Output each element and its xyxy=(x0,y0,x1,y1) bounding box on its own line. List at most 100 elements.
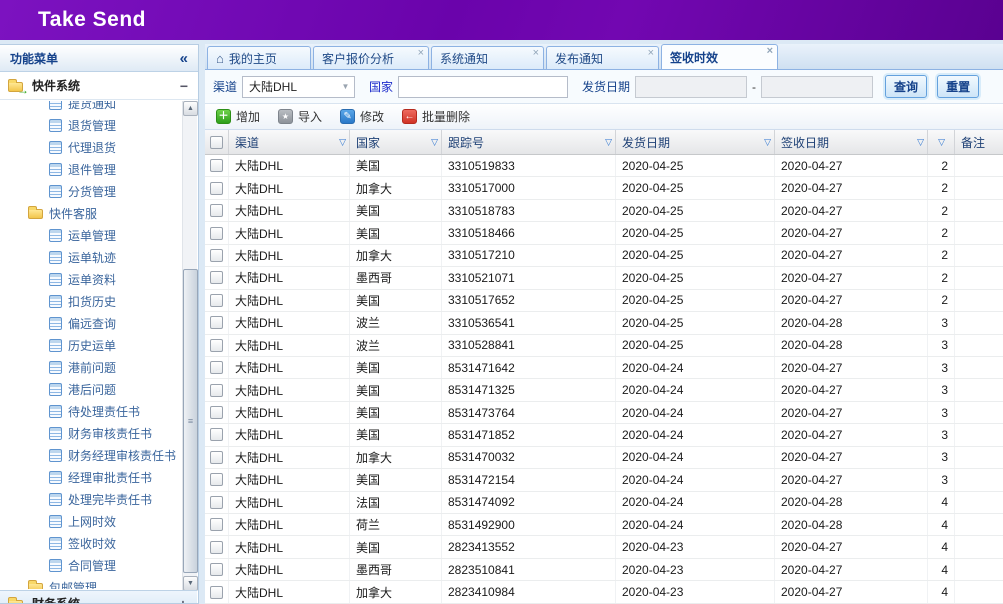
sidebar-item[interactable]: 包邮管理 xyxy=(0,576,181,589)
sidebar-scrollbar[interactable]: ▲ ≡ ▼ xyxy=(182,101,197,591)
row-checkbox[interactable] xyxy=(210,361,223,374)
close-icon[interactable]: × xyxy=(648,48,654,59)
row-checkbox[interactable] xyxy=(210,586,223,599)
row-checkbox[interactable] xyxy=(210,316,223,329)
row-checkbox[interactable] xyxy=(210,518,223,531)
tab-我的主页[interactable]: ⌂我的主页 xyxy=(207,46,311,69)
table-row[interactable]: 大陆DHL法国85314740922020-04-242020-04-284 xyxy=(205,492,1003,514)
sidebar-item[interactable]: 退货管理 xyxy=(0,114,181,136)
table-row[interactable]: 大陆DHL美国85314713252020-04-242020-04-273 xyxy=(205,379,1003,401)
table-row[interactable]: 大陆DHL波兰33105288412020-04-252020-04-283 xyxy=(205,335,1003,357)
edit-button[interactable]: ✎ 修改 xyxy=(335,106,389,127)
sidebar-item[interactable]: 退件管理 xyxy=(0,158,181,180)
tab-客户报价分析[interactable]: 客户报价分析× xyxy=(313,46,429,69)
column-header-sign-date[interactable]: 签收日期 ▽ xyxy=(775,130,928,154)
select-all-checkbox[interactable] xyxy=(210,136,223,149)
table-row[interactable]: 大陆DHL美国85314716422020-04-242020-04-273 xyxy=(205,357,1003,379)
scroll-up-icon[interactable]: ▲ xyxy=(183,101,198,116)
sidebar-item[interactable]: 运单轨迹 xyxy=(0,246,181,268)
tab-签收时效[interactable]: 签收时效× xyxy=(661,44,778,69)
sidebar-item[interactable]: 处理完毕责任书 xyxy=(0,488,181,510)
row-checkbox[interactable] xyxy=(210,496,223,509)
scrollbar-thumb[interactable]: ≡ xyxy=(183,269,198,573)
filter-icon[interactable]: ▽ xyxy=(605,137,612,148)
row-checkbox[interactable] xyxy=(210,227,223,240)
sidebar-bottom-node[interactable]: → 财务系统 + xyxy=(0,590,197,604)
sidebar-item[interactable]: 运单管理 xyxy=(0,224,181,246)
table-row[interactable]: 大陆DHL波兰33105365412020-04-252020-04-283 xyxy=(205,312,1003,334)
table-row[interactable]: 大陆DHL墨西哥28235108412020-04-232020-04-274 xyxy=(205,559,1003,581)
row-checkbox[interactable] xyxy=(210,204,223,217)
sidebar-item[interactable]: 合同管理 xyxy=(0,554,181,576)
column-header-ship-date[interactable]: 发货日期 ▽ xyxy=(616,130,775,154)
filter-icon[interactable]: ▽ xyxy=(917,137,924,148)
close-icon[interactable]: × xyxy=(767,46,773,57)
table-row[interactable]: 大陆DHL加拿大33105172102020-04-252020-04-272 xyxy=(205,245,1003,267)
collapse-sidebar-icon[interactable]: « xyxy=(180,50,188,67)
sidebar-item[interactable]: 港后问题 xyxy=(0,378,181,400)
sidebar-item[interactable]: 港前问题 xyxy=(0,356,181,378)
expand-node-icon[interactable]: + xyxy=(179,596,187,604)
table-row[interactable]: 大陆DHL美国33105198332020-04-252020-04-272 xyxy=(205,155,1003,177)
country-input[interactable] xyxy=(398,76,568,98)
row-checkbox[interactable] xyxy=(210,384,223,397)
column-header-channel[interactable]: 渠道 ▽ xyxy=(229,130,350,154)
close-icon[interactable]: × xyxy=(533,48,539,59)
tab-发布通知[interactable]: 发布通知× xyxy=(546,46,659,69)
table-row[interactable]: 大陆DHL墨西哥33105210712020-04-252020-04-272 xyxy=(205,267,1003,289)
channel-select[interactable]: 大陆DHL ▼ xyxy=(242,76,355,98)
table-row[interactable]: 大陆DHL美国33105184662020-04-252020-04-272 xyxy=(205,222,1003,244)
column-header-days[interactable]: ▽ xyxy=(928,130,955,154)
filter-icon[interactable]: ▽ xyxy=(339,137,346,148)
table-row[interactable]: 大陆DHL美国85314737642020-04-242020-04-273 xyxy=(205,402,1003,424)
table-row[interactable]: 大陆DHL美国33105176522020-04-252020-04-272 xyxy=(205,290,1003,312)
sidebar-item[interactable]: 扣货历史 xyxy=(0,290,181,312)
row-checkbox[interactable] xyxy=(210,182,223,195)
sidebar-item[interactable]: 财务经理审核责任书 xyxy=(0,444,181,466)
collapse-node-icon[interactable]: − xyxy=(180,78,188,94)
sidebar-item[interactable]: 财务审核责任书 xyxy=(0,422,181,444)
row-checkbox[interactable] xyxy=(210,339,223,352)
sidebar-item[interactable]: 快件客服 xyxy=(0,202,181,224)
filter-icon[interactable]: ▽ xyxy=(764,137,771,148)
sidebar-root-node[interactable]: → 快件系统 − xyxy=(0,72,198,100)
row-checkbox[interactable] xyxy=(210,428,223,441)
row-checkbox[interactable] xyxy=(210,563,223,576)
import-button[interactable]: ★ 导入 xyxy=(273,106,327,127)
tab-系统通知[interactable]: 系统通知× xyxy=(431,46,544,69)
chevron-down-icon[interactable]: ▼ xyxy=(337,82,354,91)
column-header-remark[interactable]: 备注 xyxy=(955,130,1003,154)
row-checkbox[interactable] xyxy=(210,249,223,262)
row-checkbox[interactable] xyxy=(210,541,223,554)
sidebar-item[interactable]: 经理审批责任书 xyxy=(0,466,181,488)
sidebar-item[interactable]: 偏远查询 xyxy=(0,312,181,334)
scroll-down-icon[interactable]: ▼ xyxy=(183,576,198,591)
column-header-tracking[interactable]: 跟踪号 ▽ xyxy=(442,130,616,154)
row-checkbox[interactable] xyxy=(210,159,223,172)
reset-button[interactable]: 重置 xyxy=(937,75,979,98)
sidebar-item[interactable]: 分货管理 xyxy=(0,180,181,202)
batch-delete-button[interactable]: ← 批量删除 xyxy=(397,106,475,127)
close-icon[interactable]: × xyxy=(418,48,424,59)
sidebar-item[interactable]: 待处理责任书 xyxy=(0,400,181,422)
table-row[interactable]: 大陆DHL美国28234135522020-04-232020-04-274 xyxy=(205,536,1003,558)
row-checkbox[interactable] xyxy=(210,271,223,284)
sidebar-item[interactable]: 签收时效 xyxy=(0,532,181,554)
table-row[interactable]: 大陆DHL美国85314718522020-04-242020-04-273 xyxy=(205,424,1003,446)
sidebar-item[interactable]: 运单资料 xyxy=(0,268,181,290)
row-checkbox[interactable] xyxy=(210,451,223,464)
table-row[interactable]: 大陆DHL加拿大85314700322020-04-242020-04-273 xyxy=(205,447,1003,469)
table-row[interactable]: 大陆DHL加拿大28234109842020-04-232020-04-274 xyxy=(205,581,1003,603)
column-header-country[interactable]: 国家 ▽ xyxy=(350,130,442,154)
row-checkbox[interactable] xyxy=(210,294,223,307)
sidebar-item[interactable]: 上网时效 xyxy=(0,510,181,532)
date-from-input[interactable] xyxy=(635,76,747,98)
sidebar-item[interactable]: 提货通知 xyxy=(0,101,181,114)
add-button[interactable]: ＋ 增加 xyxy=(211,106,265,127)
sidebar-item[interactable]: 代理退货 xyxy=(0,136,181,158)
date-to-input[interactable] xyxy=(761,76,873,98)
table-row[interactable]: 大陆DHL美国85314721542020-04-242020-04-273 xyxy=(205,469,1003,491)
sidebar-item[interactable]: 历史运单 xyxy=(0,334,181,356)
filter-icon[interactable]: ▽ xyxy=(938,137,945,148)
table-row[interactable]: 大陆DHL加拿大33105170002020-04-252020-04-272 xyxy=(205,177,1003,199)
